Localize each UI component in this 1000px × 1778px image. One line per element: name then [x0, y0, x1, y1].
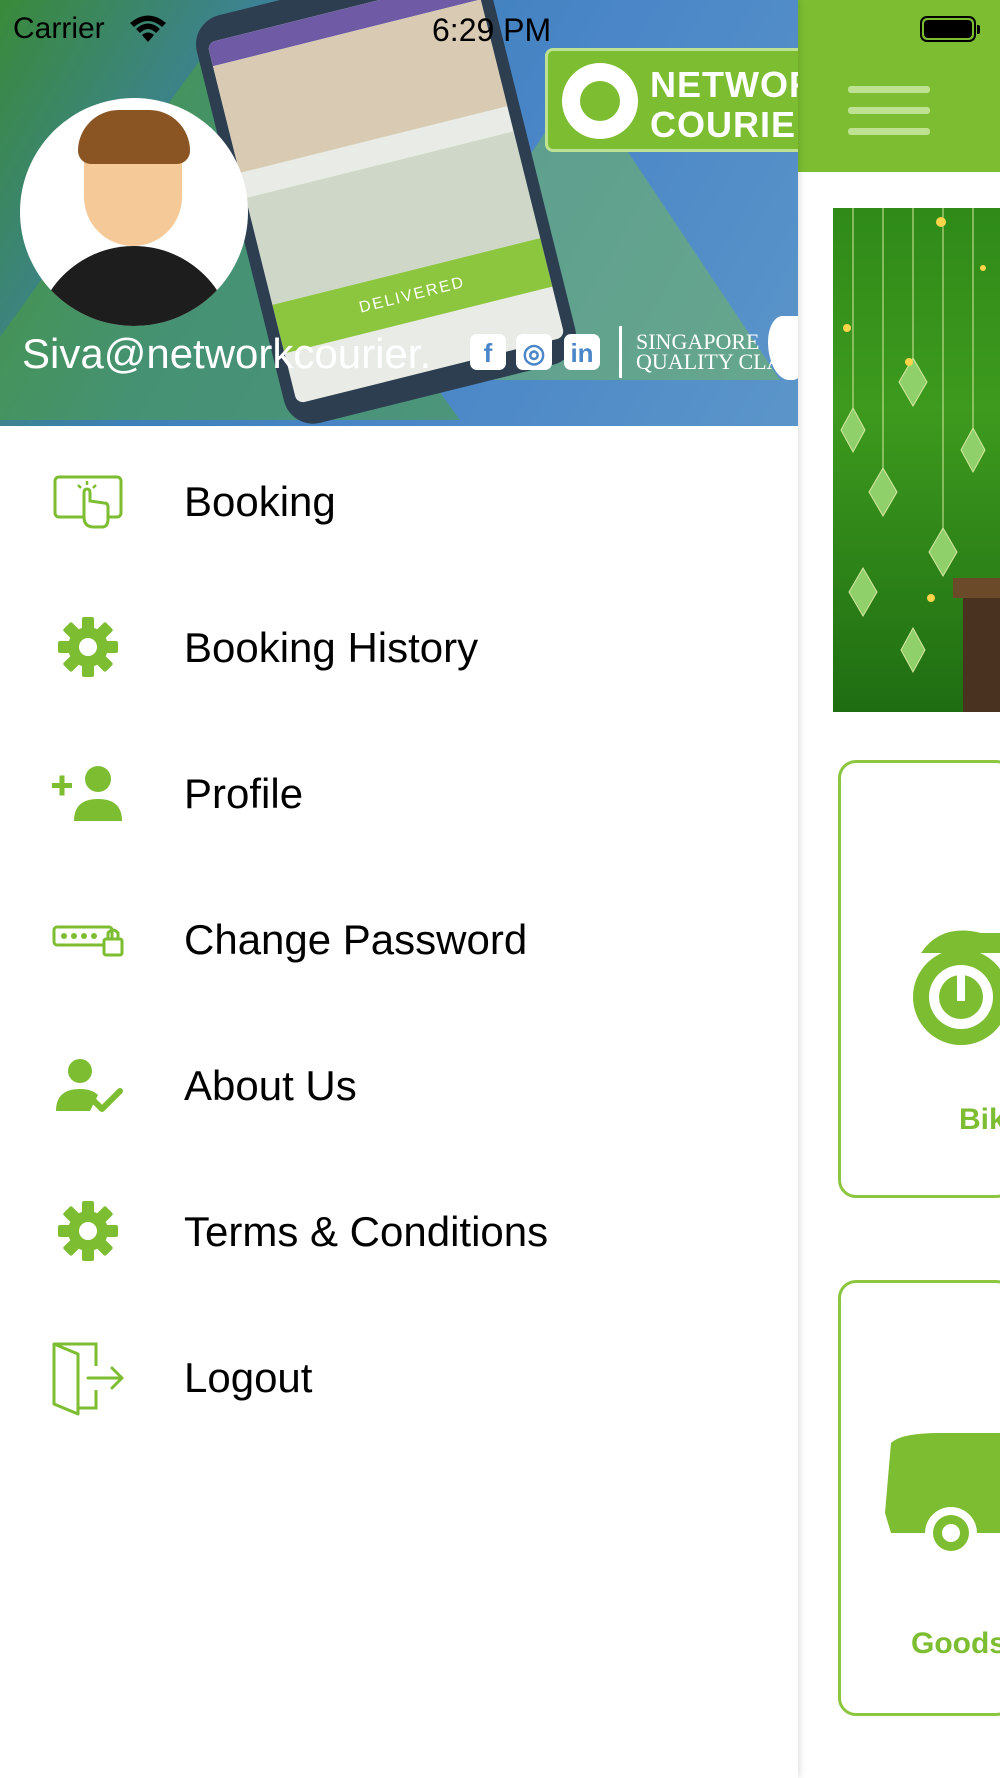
- add-user-icon: [52, 766, 122, 821]
- status-time: 6:29 PM: [432, 12, 552, 48]
- user-check-icon: [56, 1059, 123, 1112]
- scooter-icon: [913, 930, 1000, 1045]
- logo-mark-icon: [562, 63, 638, 139]
- hamburger-menu-icon[interactable]: [848, 86, 930, 136]
- menu-item-profile[interactable]: Profile: [0, 720, 798, 866]
- menu-label: Change Password: [184, 916, 528, 963]
- menu-label: Booking History: [184, 624, 479, 671]
- side-drawer: DELIVERED NETWORK COURIER Siva@networkco…: [0, 0, 798, 1778]
- logout-door-icon: [52, 1342, 124, 1416]
- divider: [619, 326, 622, 378]
- network-courier-logo: NETWORK COURIER: [545, 48, 798, 152]
- menu-item-booking[interactable]: Booking: [0, 428, 798, 574]
- user-email: Siva@networkcourier.: [22, 330, 432, 377]
- promo-banner[interactable]: [833, 208, 1000, 712]
- menu-label: Profile: [184, 770, 304, 817]
- card-label: Goods: [911, 1627, 1000, 1660]
- instagram-icon[interactable]: ◎: [516, 334, 552, 370]
- gear-icon: [58, 1201, 118, 1261]
- linkedin-icon[interactable]: in: [564, 334, 600, 370]
- card-label: Bik: [959, 1103, 1000, 1136]
- menu-item-change-password[interactable]: Change Password: [0, 866, 798, 1012]
- battery-icon: [920, 16, 980, 42]
- bike-service-card[interactable]: Bik: [838, 760, 1000, 1198]
- menu-label: Terms & Conditions: [184, 1208, 549, 1255]
- gear-icon: [58, 617, 118, 677]
- menu-item-booking-history[interactable]: Booking History: [0, 574, 798, 720]
- menu-item-logout[interactable]: Logout: [0, 1304, 798, 1450]
- password-lock-icon: [52, 925, 124, 957]
- menu-label: Logout: [184, 1354, 313, 1401]
- van-icon: [885, 1433, 1000, 1559]
- touch-screen-icon: [53, 475, 123, 529]
- facebook-icon[interactable]: f: [470, 334, 506, 370]
- goods-service-card[interactable]: Goods: [838, 1280, 1000, 1716]
- wifi-icon: [130, 15, 166, 42]
- avatar[interactable]: [20, 98, 248, 326]
- menu-label: About Us: [184, 1062, 357, 1109]
- menu-label: Booking: [184, 478, 336, 525]
- logo-text: NETWORK COURIER: [650, 64, 798, 145]
- drawer-header: DELIVERED NETWORK COURIER Siva@networkco…: [0, 0, 798, 426]
- carrier-label: Carrier: [13, 12, 105, 45]
- menu-item-terms-conditions[interactable]: Terms & Conditions: [0, 1158, 798, 1304]
- festive-decoration-icon: [840, 208, 1000, 712]
- menu-item-about-us[interactable]: About Us: [0, 1012, 798, 1158]
